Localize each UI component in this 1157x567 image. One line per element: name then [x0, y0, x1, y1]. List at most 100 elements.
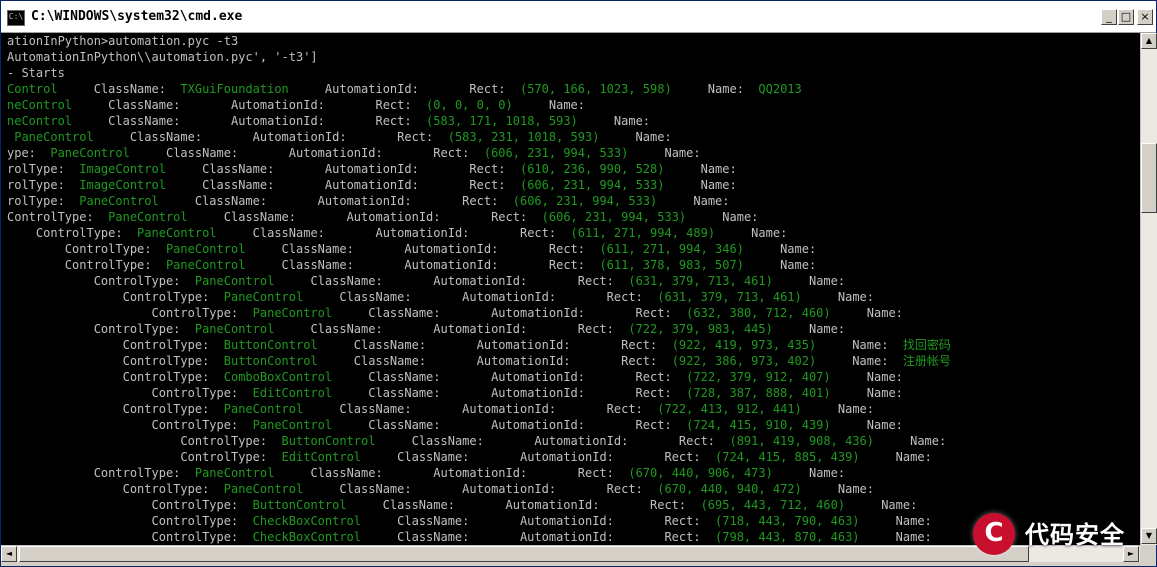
console-line: ControlType: PaneControl ClassName: Auto… [7, 289, 874, 305]
console-line: PaneControl ClassName: AutomationId: Rec… [7, 129, 671, 145]
console-label-text: ControlType: [7, 226, 138, 240]
console-value-text: PaneControl [137, 226, 217, 240]
console-label-text: ClassName: AutomationId: Rect: [93, 130, 448, 144]
console-value-text: (632, 380, 712, 460) [686, 306, 831, 320]
console-line: ControlType: ButtonControl ClassName: Au… [7, 433, 946, 449]
console-label-text: - Starts [7, 66, 65, 80]
console-value-text: (695, 443, 712, 460) [700, 498, 846, 512]
minimize-button[interactable]: _ [1101, 9, 1117, 25]
console-label-text: Name: [859, 530, 932, 544]
console-label-text: rolType: [7, 178, 80, 192]
console-label-text: Name: [816, 354, 903, 368]
console-label-text: ClassName: AutomationId: Rect: [165, 178, 520, 192]
console-label-text: ControlType: [7, 450, 282, 464]
console-line: ControlType: ButtonControl ClassName: Au… [7, 353, 951, 369]
console-value-text: (606, 231, 994, 533) [483, 146, 629, 160]
console-label-text: Name: [671, 82, 759, 96]
console-label-text: ClassName: AutomationId: Rect: [332, 418, 687, 432]
console-line: ationInPython>automation.pyc -t3 [7, 33, 238, 49]
horizontal-scroll-thumb[interactable] [19, 546, 1029, 562]
console-line: ControlType: ComboBoxControl ClassName: … [7, 369, 903, 385]
console-value-text: ButtonControl [252, 498, 347, 512]
console-label-text: Name: [873, 434, 947, 448]
console-value-text: (606, 231, 994, 533) [541, 210, 687, 224]
console-line: ControlType: CheckBoxControl ClassName: … [7, 529, 932, 545]
console-value-text: PaneControl [223, 402, 304, 416]
console-label-text: Name: [715, 226, 788, 240]
console-value-text: EditControl [252, 386, 333, 400]
console-line: ControlType: PaneControl ClassName: Auto… [7, 273, 845, 289]
console-label-text: Name: [801, 482, 874, 496]
console-line: ControlType: ButtonControl ClassName: Au… [7, 337, 951, 353]
console-label-text: ClassName: AutomationId: Rect: [187, 210, 542, 224]
console-line: ControlType: PaneControl ClassName: Auto… [7, 465, 845, 481]
console-label-text: ControlType: [7, 210, 109, 224]
vertical-scroll-thumb[interactable] [1141, 143, 1157, 213]
console-value-text: (922, 419, 973, 435) [671, 338, 817, 352]
console-value-text: (722, 379, 983, 445) [628, 322, 773, 336]
console-label-text: Name: [801, 290, 874, 304]
close-button[interactable]: × [1137, 9, 1153, 25]
console-value-text: CheckBoxControl [252, 530, 362, 544]
scroll-left-button[interactable]: ◄ [1, 546, 17, 562]
title-bar[interactable]: C:\ C:\WINDOWS\system32\cmd.exe _ □ × [1, 1, 1156, 33]
console-line: rolType: ImageControl ClassName: Automat… [7, 177, 737, 193]
console-value-text: ImageControl [79, 162, 166, 176]
console-line: Control ClassName: TXGuiFoundation Autom… [7, 81, 802, 97]
console-label-text: ControlType: [7, 418, 253, 432]
console-label-text: rolType: [7, 194, 80, 208]
console-label-text: Name: [628, 146, 701, 160]
console-label-text: ClassName: AutomationId: Rect: [158, 194, 513, 208]
console-value-text: ButtonControl [281, 434, 376, 448]
vertical-scrollbar[interactable]: ▲ ▼ [1140, 33, 1157, 545]
console-value-text: TXGuiFoundation [180, 82, 289, 96]
console-label-text: ClassName: AutomationId: Rect: [361, 514, 716, 528]
console-value-text: (570, 166, 1023, 598) [519, 82, 672, 96]
watermark-logo-icon: C [973, 513, 1015, 555]
maximize-button[interactable]: □ [1118, 9, 1134, 25]
console-value-text: (606, 231, 994, 533) [519, 178, 665, 192]
console-value-text: PaneControl [252, 418, 333, 432]
console-label-text: ControlType: [7, 322, 195, 336]
console-value-text: PaneControl [50, 146, 130, 160]
console-label-text: ClassName: AutomationId: Rect: [317, 338, 672, 352]
console-label-text: Name: [859, 514, 932, 528]
console-label-text: ClassName: AutomationId: Rect: [317, 354, 672, 368]
console-label-text: ClassName: AutomationId: Rect: [303, 482, 658, 496]
console-value-text: (891, 419, 908, 436) [729, 434, 874, 448]
watermark-text: 代码安全 [1025, 521, 1125, 549]
console-label-text: Name: [859, 450, 932, 464]
console-label-text: ClassName: [57, 82, 181, 96]
console-value-text: (670, 440, 940, 472) [657, 482, 802, 496]
console-label-text: ClassName: AutomationId: Rect: [274, 322, 629, 336]
console-label-text: ControlType: [7, 434, 282, 448]
console-label-text: Name: [743, 242, 817, 256]
console-output[interactable]: ationInPython>automation.pyc -t3 Automati… [1, 33, 1140, 545]
console-line: rolType: PaneControl ClassName: Automati… [7, 193, 730, 209]
console-value-text: neControl [7, 98, 73, 112]
console-value-text: QQ2013 [758, 82, 802, 96]
console-label-text: Name: [845, 498, 918, 512]
console-value-text: PaneControl [223, 290, 304, 304]
console-line: ControlType: PaneControl ClassName: Auto… [7, 401, 874, 417]
scroll-up-button[interactable]: ▲ [1141, 33, 1157, 49]
console-line: AutomationInPython\\automation.pyc', '-t… [7, 49, 318, 65]
console-label-text: ClassName: AutomationId: Rect: [72, 114, 427, 128]
console-label-text: Name: [743, 258, 817, 272]
cmd-app-icon[interactable]: C:\ [7, 10, 25, 26]
console-label-text: Name: [686, 210, 759, 224]
console-label-text: ControlType: [7, 370, 224, 384]
console-label-text: ControlType: [7, 530, 253, 544]
window-title: C:\WINDOWS\system32\cmd.exe [31, 9, 243, 24]
console-label-text: Name: [772, 466, 846, 480]
console-label-text: ClassName: AutomationId: Rect: [332, 386, 687, 400]
console-label-text: ClassName: AutomationId: Rect: [303, 402, 658, 416]
console-label-text: Name: [830, 370, 903, 384]
console-value-text: (611, 271, 994, 489) [570, 226, 716, 240]
console-label-text: Name: [512, 98, 585, 112]
console-value-text: (670, 440, 906, 473) [628, 466, 773, 480]
console-label-text: ControlType: [7, 338, 224, 352]
console-label-text: ClassName: AutomationId: Rect: [332, 306, 687, 320]
console-value-text: PaneControl [7, 130, 94, 144]
console-label-text: ationInPython>automation.pyc -t3 [7, 34, 239, 48]
